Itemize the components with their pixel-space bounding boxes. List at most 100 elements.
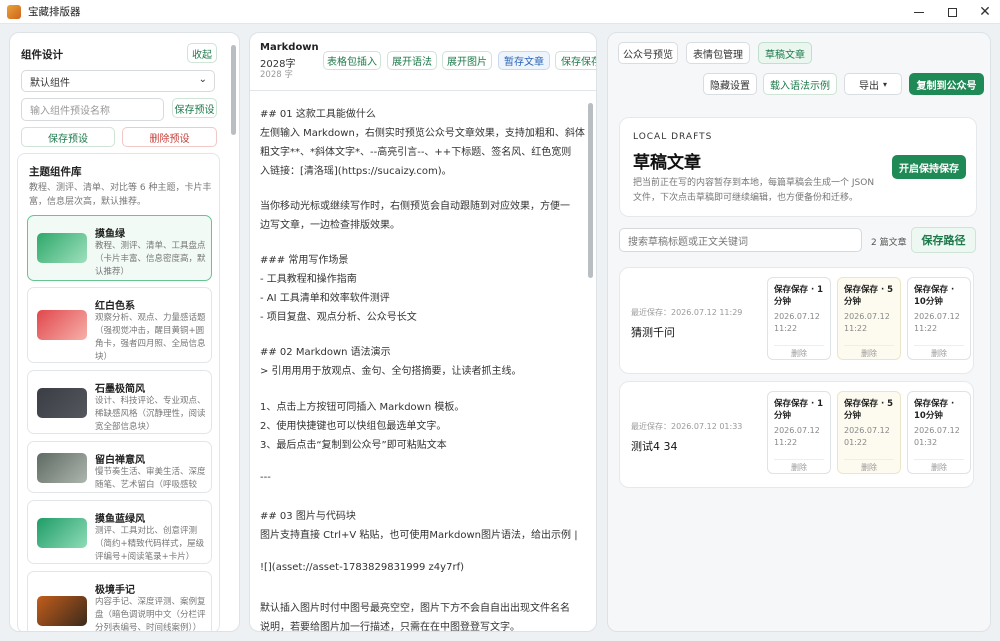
slot-delete-button[interactable]: 删除 bbox=[844, 345, 894, 358]
delete-preset-button[interactable]: 删除预设 bbox=[122, 127, 217, 147]
theme-library: 主题组件库 教程、测评、清单、对比等 6 种主题，卡片丰富，信息层次高，默认推荐… bbox=[17, 153, 220, 631]
theme-card[interactable]: 摸鱼绿 教程、测评、清单、工具盘点（卡片丰富、信息密度高，默认推荐） bbox=[27, 215, 212, 281]
draft-title: 测试4 34 bbox=[631, 440, 678, 453]
expand-images-button[interactable]: 展开图片 bbox=[442, 51, 492, 70]
draft-card[interactable]: 最近保存：2026.07.12 11:29 猜测千问 保存保存 · 1 分钟 2… bbox=[619, 267, 974, 374]
auto-save-button[interactable]: 保存保存 bbox=[555, 51, 596, 70]
autosave-slot[interactable]: 保存保存 · 5 分钟 2026.07.12 01:22 删除 bbox=[837, 391, 901, 474]
article-count: 2 篇文章 bbox=[871, 238, 907, 248]
hero-description: 把当前正在写的内容暂存到本地，每篇草稿会生成一个 JSON 文件，下次点击草稿即… bbox=[633, 178, 875, 203]
copy-to-wechat-button[interactable]: 复制到公众号 bbox=[909, 73, 984, 95]
enable-autosave-button[interactable]: 开启保持保存 bbox=[892, 155, 966, 179]
slot-date: 2026.07.12 bbox=[774, 312, 820, 321]
theme-name: 摸鱼绿 bbox=[95, 229, 125, 240]
preset-select-value: 默认组件 bbox=[30, 77, 70, 89]
stash-article-button[interactable]: 暂存文章 bbox=[498, 51, 550, 70]
editor-line: 当你移动光标或继续写作时，右侧预览会自动跟随到对应效果，方便一 bbox=[260, 201, 570, 212]
close-icon: ✕ bbox=[979, 4, 991, 20]
panel-title: 组件设计 bbox=[21, 49, 63, 61]
theme-name: 摸鱼蓝绿风 bbox=[95, 514, 145, 525]
slot-date: 2026.07.12 bbox=[914, 312, 960, 321]
theme-card[interactable]: 石墨极简风 设计、科技评论、专业观点、稀缺感风格（沉静理性，阅读宽全部信息块） bbox=[27, 370, 212, 434]
editor-line: - AI 工具清单和效率软件测评 bbox=[260, 293, 390, 304]
draft-card[interactable]: 最近保存：2026.07.12 01:33 测试4 34 保存保存 · 1 分钟… bbox=[619, 381, 974, 488]
slot-label: 保存保存 · 10分钟 bbox=[914, 399, 955, 421]
slot-delete-button[interactable]: 删除 bbox=[774, 459, 824, 472]
theme-swatch bbox=[37, 233, 87, 263]
maximize-button[interactable] bbox=[935, 0, 969, 24]
library-description: 教程、测评、清单、对比等 6 种主题，卡片丰富，信息层次高，默认推荐。 bbox=[29, 183, 212, 207]
slot-time: 11:22 bbox=[914, 324, 938, 333]
slot-date: 2026.07.12 bbox=[774, 426, 820, 435]
save-path-button[interactable]: 保存路径 bbox=[911, 227, 976, 253]
editor-line: - 工具教程和操作指南 bbox=[260, 274, 357, 285]
save-preset-button[interactable]: 保存预设 bbox=[21, 127, 115, 147]
autosave-slot[interactable]: 保存保存 · 1 分钟 2026.07.12 11:22 删除 bbox=[767, 391, 831, 474]
theme-card[interactable]: 极境手记 内容手记、深度评测、案例复盘（暗色调说明中文（分栏评分列表编号、时间线… bbox=[27, 571, 212, 631]
draft-title: 猜测千问 bbox=[631, 326, 675, 339]
preset-name-input[interactable]: 输入组件预设名称 bbox=[21, 98, 164, 121]
slot-delete-button[interactable]: 删除 bbox=[914, 345, 964, 358]
draft-search-input[interactable]: 搜索草稿标题或正文关键词 bbox=[619, 228, 862, 252]
insert-sticker-button[interactable]: 表格包插入 bbox=[323, 51, 381, 70]
hide-settings-button[interactable]: 隐藏设置 bbox=[703, 73, 757, 95]
tab-sticker-manage[interactable]: 表情包管理 bbox=[686, 42, 750, 64]
theme-swatch bbox=[37, 388, 87, 418]
editor-line: 3、最后点击“复制到公众号”即可粘贴文本 bbox=[260, 440, 447, 451]
expand-syntax-button[interactable]: 展开语法 bbox=[387, 51, 437, 70]
theme-swatch bbox=[37, 518, 87, 548]
theme-card[interactable]: 留白禅意风 慢节奏生活、审美生活、深度随笔、艺术留白（呼吸感较强） bbox=[27, 441, 212, 493]
hero-kicker: LOCAL DRAFTS bbox=[633, 132, 713, 142]
draft-saved-time: 最近保存：2026.07.12 01:33 bbox=[631, 422, 743, 431]
slot-time: 11:22 bbox=[774, 438, 798, 447]
editor-title: Markdown bbox=[260, 42, 319, 53]
chevron-down-icon: ⌄ bbox=[198, 74, 207, 85]
theme-card[interactable]: 红白色系 观察分析、观点、力量感话题（强视觉冲击，醒目黄铜+圆角卡，强者四月照、… bbox=[27, 287, 212, 363]
slot-label: 保存保存 · 1 分钟 bbox=[774, 399, 824, 421]
slot-delete-button[interactable]: 删除 bbox=[774, 345, 824, 358]
editor-line: - 项目复盘、观点分析、公众号长文 bbox=[260, 312, 417, 323]
tab-drafts[interactable]: 草稿文章 bbox=[758, 42, 812, 64]
markdown-textarea[interactable]: ## 01 这款工具能做什么 左侧输入 Markdown，右侧实时预览公众号文章… bbox=[250, 90, 596, 632]
editor-line: 说明，若要给图片加一行描述，只需在在中图登登写文字。 bbox=[260, 622, 520, 632]
theme-swatch bbox=[37, 310, 87, 340]
app-icon bbox=[7, 4, 21, 19]
save-preset-inline-button[interactable]: 保存预设 bbox=[172, 98, 217, 118]
theme-description: 教程、测评、清单、工具盘点（卡片丰富、信息密度高，默认推荐） bbox=[95, 241, 206, 277]
minimize-button[interactable] bbox=[902, 0, 936, 24]
close-button[interactable]: ✕ bbox=[968, 0, 1000, 24]
editor-line: 1、点击上方按钮可同插入 Markdown 模板。 bbox=[260, 402, 465, 413]
drafts-panel: 公众号预览 表情包管理 草稿文章 隐藏设置 载入语法示例 导出 ▾ 复制到公众号… bbox=[607, 32, 991, 632]
editor-line: ![](asset://asset-1783829831999 z4y7rf) bbox=[260, 562, 464, 573]
autosave-slot[interactable]: 保存保存 · 5 分钟 2026.07.12 11:22 删除 bbox=[837, 277, 901, 360]
slot-time: 01:32 bbox=[914, 438, 938, 447]
export-button[interactable]: 导出 ▾ bbox=[844, 73, 902, 95]
title-bar: 宝藏排版器 ✕ bbox=[0, 0, 1000, 24]
theme-description: 慢节奏生活、审美生活、深度随笔、艺术留白（呼吸感较强） bbox=[95, 467, 206, 490]
editor-scrollbar-thumb[interactable] bbox=[588, 103, 593, 278]
window-title: 宝藏排版器 bbox=[28, 6, 81, 18]
editor-line: ### 常用写作场景 bbox=[260, 255, 349, 266]
editor-line: 左侧输入 Markdown，右侧实时预览公众号文章效果，支持加粗和、斜体、 bbox=[260, 128, 585, 139]
editor-line: 粗文字**、*斜体文字*、--高亮引言--、++下标题、签名风、红色宽则 bbox=[260, 147, 572, 158]
tab-wechat-preview[interactable]: 公众号预览 bbox=[618, 42, 678, 64]
word-count-sub: 2028 字 bbox=[260, 70, 293, 80]
slot-time: 11:22 bbox=[774, 324, 798, 333]
slot-date: 2026.07.12 bbox=[844, 426, 890, 435]
slot-delete-button[interactable]: 删除 bbox=[844, 459, 894, 472]
load-demo-button[interactable]: 载入语法示例 bbox=[763, 73, 837, 95]
slot-delete-button[interactable]: 删除 bbox=[914, 459, 964, 472]
caret-down-icon: ▾ bbox=[882, 79, 887, 89]
autosave-slot[interactable]: 保存保存 · 10分钟 2026.07.12 01:32 删除 bbox=[907, 391, 971, 474]
scrollbar-thumb[interactable] bbox=[231, 45, 236, 135]
collapse-button[interactable]: 收起 bbox=[187, 43, 217, 63]
editor-line: ## 01 这款工具能做什么 bbox=[260, 109, 376, 120]
theme-swatch bbox=[37, 596, 87, 626]
preset-select[interactable]: 默认组件 ⌄ bbox=[21, 70, 215, 92]
autosave-slot[interactable]: 保存保存 · 10分钟 2026.07.12 11:22 删除 bbox=[907, 277, 971, 360]
autosave-slot[interactable]: 保存保存 · 1 分钟 2026.07.12 11:22 删除 bbox=[767, 277, 831, 360]
theme-description: 设计、科技评论、专业观点、稀缺感风格（沉静理性，阅读宽全部信息块） bbox=[95, 396, 206, 432]
slot-date: 2026.07.12 bbox=[844, 312, 890, 321]
slot-label: 保存保存 · 5 分钟 bbox=[844, 399, 894, 421]
theme-card[interactable]: 摸鱼蓝绿风 测评、工具对比、创意评测（简约+精致代码样式，屋级评编号+阅读笔录+… bbox=[27, 500, 212, 564]
